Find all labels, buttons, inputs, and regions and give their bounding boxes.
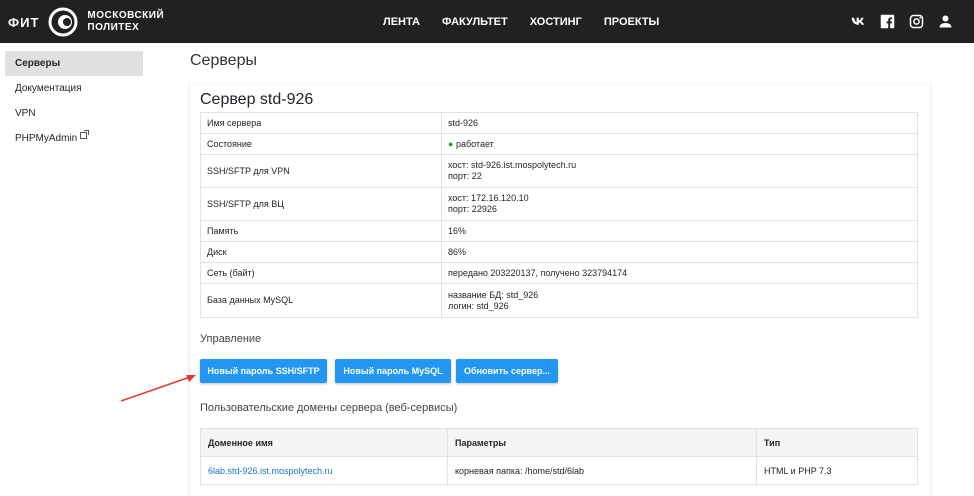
row-value: хост: 172.16.120.10 порт: 22926 [441,187,918,221]
table-row: SSH/SFTP для VPN хост: std-926.ist.mospo… [200,154,918,188]
db-login-value: логин: std_926 [448,300,509,311]
table-row: SSH/SFTP для ВЦ хост: 172.16.120.10 порт:… [200,187,918,221]
sidebar-item-docs[interactable]: Документация [5,76,143,101]
external-link-icon [80,130,90,139]
sidebar-item-servers[interactable]: Серверы [5,51,143,76]
vk-icon[interactable] [850,13,867,30]
status-dot-icon: ● [448,138,454,149]
management-label: Управление [200,333,262,345]
instagram-icon[interactable] [908,13,925,30]
row-label: Память [200,220,442,242]
facebook-icon[interactable] [879,13,896,30]
table-row: Сеть (байт) передано 203220137, получено… [200,262,918,284]
domain-cell: 6lab.std-926.ist.mospolytech.ru [200,456,448,485]
table-header-row: Доменное имя Параметры Тип [200,428,918,457]
sidebar-item-phpmyadmin[interactable]: PHPMyAdmin [5,126,143,151]
row-label: Состояние [200,133,442,155]
row-value: ● работает [441,133,918,155]
port-value: порт: 22926 [448,204,497,214]
social-links [838,0,954,43]
table-row: 6lab.std-926.ist.mospolytech.ru корневая… [200,456,918,485]
type-cell: HTML и PHP 7.3 [756,456,918,485]
annotation-arrow [120,375,196,402]
polytech-logo-icon [48,7,78,37]
row-label: База данных MySQL [200,283,442,318]
row-label: SSH/SFTP для VPN [200,154,442,188]
db-name-value: название БД: std_926 [448,289,539,300]
row-value: хост: std-926.ist.mospolytech.ru порт: 22 [441,154,918,188]
row-value: 16% [441,220,918,242]
row-label: Сеть (байт) [200,262,442,284]
new-ssh-password-button[interactable]: Новый пароль SSH/SFTP [200,359,327,383]
main-menu: ЛЕНТА ФАКУЛЬТЕТ ХОСТИНГ ПРОЕКТЫ [372,0,670,43]
update-server-button[interactable]: Обновить сервер... [456,359,558,383]
column-header-params: Параметры [447,428,757,457]
brand[interactable]: ФИТ МОСКОВСКИЙ ПОЛИТЕХ [8,7,164,37]
port-value: порт: 22 [448,171,482,181]
top-navbar: ФИТ МОСКОВСКИЙ ПОЛИТЕХ ЛЕНТА ФАКУЛЬТЕТ Х… [0,0,974,43]
table-row: Память 16% [200,220,918,242]
column-header-type: Тип [756,428,918,457]
domain-link[interactable]: 6lab.std-926.ist.mospolytech.ru [208,466,333,476]
brand-fit-label: ФИТ [8,14,40,30]
host-value: хост: std-926.ist.mospolytech.ru [448,160,577,170]
params-cell: корневая папка: /home/std/6lab [447,456,757,485]
table-row: Диск 86% [200,241,918,263]
table-row: Состояние ● работает [200,133,918,155]
page-title: Серверы [190,52,257,69]
row-label: SSH/SFTP для ВЦ [200,187,442,221]
brand-line-1: МОСКОВСКИЙ [87,10,165,21]
server-info-table: Имя сервера std-926 Состояние ● работает… [200,112,918,318]
table-row: Имя сервера std-926 [200,112,918,134]
sidebar-item-vpn[interactable]: VPN [5,101,143,126]
nav-lenta[interactable]: ЛЕНТА [383,16,420,28]
server-title: Сервер std-926 [200,91,314,108]
nav-hosting[interactable]: ХОСТИНГ [530,16,582,28]
domains-label: Пользовательские домены сервера (веб-сер… [200,402,458,414]
status-text: работает [455,138,494,149]
user-icon[interactable] [937,13,954,30]
sidebar: Серверы Документация VPN PHPMyAdmin [5,51,143,151]
domains-table: Доменное имя Параметры Тип 6lab.std-926.… [200,428,918,485]
row-value: передано 203220137, получено 323794174 [441,262,918,284]
row-value: std-926 [441,112,918,134]
brand-line-2: ПОЛИТЕХ [87,22,140,33]
row-value: 86% [441,241,918,263]
row-label: Имя сервера [200,112,442,134]
sidebar-item-label: PHPMyAdmin [15,133,78,144]
table-row: База данных MySQL название БД: std_926 ло… [200,283,918,318]
new-mysql-password-button[interactable]: Новый пароль MySQL [335,359,451,383]
column-header-domain: Доменное имя [200,428,448,457]
host-value: хост: 172.16.120.10 [448,193,529,203]
nav-fakultet[interactable]: ФАКУЛЬТЕТ [442,16,508,28]
row-value: название БД: std_926 логин: std_926 [441,283,918,318]
server-card: Сервер std-926 Имя сервера std-926 Состо… [190,84,930,496]
brand-name: МОСКОВСКИЙ ПОЛИТЕХ [87,10,164,34]
nav-proekty[interactable]: ПРОЕКТЫ [604,16,659,28]
row-label: Диск [200,241,442,263]
